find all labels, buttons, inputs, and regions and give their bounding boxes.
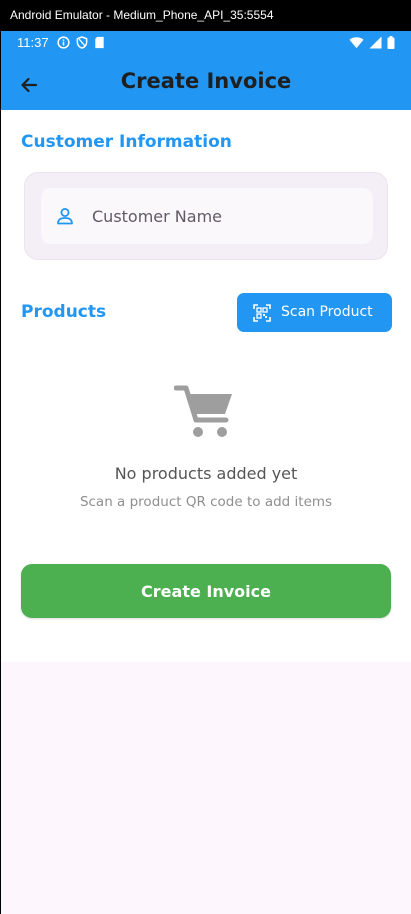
- window-title: Android Emulator - Medium_Phone_API_35:5…: [10, 8, 274, 22]
- shield-icon: [76, 36, 88, 49]
- emulator-window-title: Android Emulator - Medium_Phone_API_35:5…: [0, 0, 411, 31]
- qr-scan-icon: [253, 304, 271, 322]
- app-bar: 11:37 Create Invoice: [1, 31, 411, 110]
- cell-signal-icon: [369, 36, 382, 49]
- create-invoice-button[interactable]: Create Invoice: [21, 564, 391, 618]
- shopping-cart-icon: [174, 385, 232, 437]
- customer-section-title: Customer Information: [21, 132, 232, 152]
- scan-product-label: Scan Product: [281, 304, 373, 320]
- empty-state-subtitle: Scan a product QR code to add items: [79, 494, 333, 510]
- phone-screen: 11:37 Create Invoice Customer Informatio…: [1, 31, 411, 914]
- wifi-icon: [349, 37, 364, 49]
- invoice-form: Customer Information Products Scan Produ…: [1, 110, 411, 662]
- status-bar: 11:37: [1, 31, 411, 55]
- customer-card: [24, 172, 388, 260]
- status-right-icons: [349, 36, 395, 49]
- create-invoice-label: Create Invoice: [141, 581, 271, 601]
- info-icon: [57, 36, 70, 49]
- customer-name-input[interactable]: [92, 188, 362, 244]
- page-title: Create Invoice: [120, 69, 292, 93]
- person-icon: [57, 208, 73, 225]
- scan-product-button[interactable]: Scan Product: [237, 293, 392, 332]
- customer-name-field[interactable]: [41, 188, 373, 244]
- empty-state-title: No products added yet: [114, 464, 298, 483]
- status-left-icons: [57, 36, 105, 49]
- battery-icon: [387, 36, 395, 49]
- status-time: 11:37: [17, 35, 49, 50]
- products-section-title: Products: [21, 302, 107, 322]
- sim-card-icon: [95, 36, 104, 49]
